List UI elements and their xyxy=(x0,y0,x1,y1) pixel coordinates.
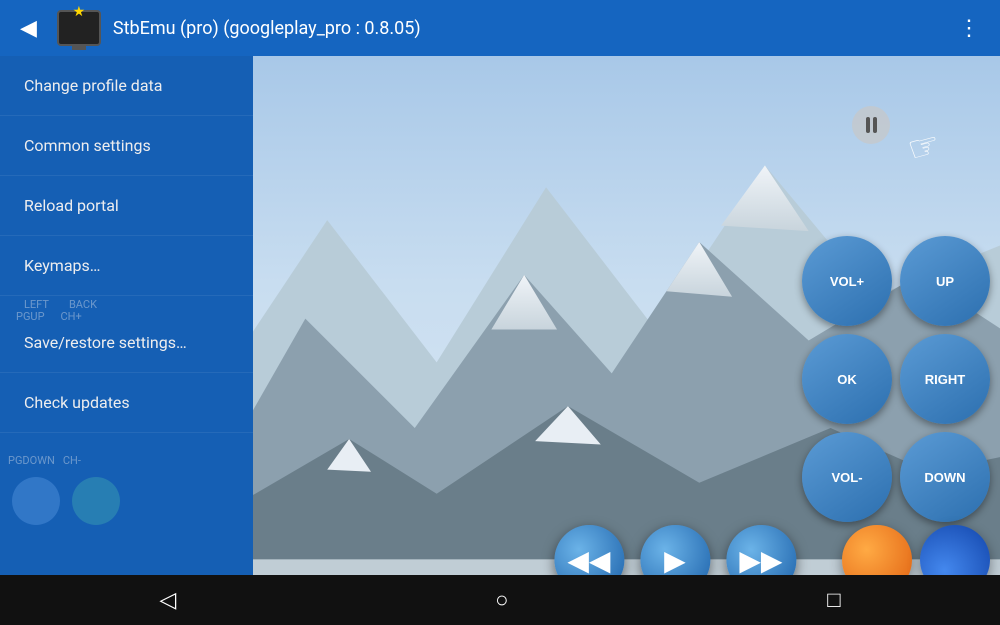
sidebar: Change profile data Common settings Relo… xyxy=(0,56,253,625)
chminus-hint: CH- xyxy=(63,454,81,467)
vol-plus-button[interactable]: VOL+ xyxy=(802,236,892,326)
dpad-area: VOL+ UP OK RIGHT VOL- DOWN xyxy=(802,236,990,522)
down-button[interactable]: DOWN xyxy=(900,432,990,522)
keymap-hints-bot: PGDOWN CH- xyxy=(0,451,253,525)
pause-button[interactable] xyxy=(852,106,890,144)
more-options-button[interactable]: ⋮ xyxy=(950,12,988,45)
nav-bar: ◁ ○ □ xyxy=(0,575,1000,625)
app-logo-wrap: ★ xyxy=(57,10,101,46)
back-button[interactable]: ◀ xyxy=(12,12,45,45)
rewind-icon: ◀◀ xyxy=(567,544,610,577)
pause-bar-left xyxy=(866,117,870,133)
bubble-left xyxy=(12,477,60,525)
pgdown-hint: PGDOWN xyxy=(8,454,55,467)
sidebar-item-check-updates[interactable]: Check updates xyxy=(0,373,253,433)
sidebar-item-common-settings[interactable]: Common settings xyxy=(0,116,253,176)
vol-minus-button[interactable]: VOL- xyxy=(802,432,892,522)
nav-recents-button[interactable]: □ xyxy=(827,587,840,613)
nav-back-button[interactable]: ◁ xyxy=(159,588,176,613)
sidebar-item-reload-portal[interactable]: Reload portal xyxy=(0,176,253,236)
ok-button[interactable]: OK xyxy=(802,334,892,424)
nav-home-button[interactable]: ○ xyxy=(495,587,508,613)
top-bar: ◀ ★ StbEmu (pro) (googleplay_pro : 0.8.0… xyxy=(0,0,1000,56)
pause-bar-right xyxy=(873,117,877,133)
app-title: StbEmu (pro) (googleplay_pro : 0.8.05) xyxy=(113,18,938,39)
fastforward-icon: ▶▶ xyxy=(739,544,782,577)
pgup-hint: PGUP xyxy=(16,310,45,323)
chplus-hint: CH+ xyxy=(61,310,82,323)
main-area: Change profile data Common settings Relo… xyxy=(0,56,1000,625)
pause-icon xyxy=(866,117,877,133)
content-area: ☞ VOL+ UP OK RIGHT VOL- DOWN ◀◀ ▶ ▶▶ xyxy=(253,56,1000,625)
up-button[interactable]: UP xyxy=(900,236,990,326)
right-button[interactable]: RIGHT xyxy=(900,334,990,424)
bubble-right xyxy=(72,477,120,525)
play-icon: ▶ xyxy=(664,544,686,577)
sidebar-item-keymaps[interactable]: Keymaps… xyxy=(0,236,253,296)
sidebar-item-change-profile[interactable]: Change profile data xyxy=(0,56,253,116)
video-background: ☞ VOL+ UP OK RIGHT VOL- DOWN ◀◀ ▶ ▶▶ xyxy=(253,56,1000,625)
keymap-hints-mid: PGUP CH+ xyxy=(0,306,253,327)
star-badge: ★ xyxy=(73,4,86,20)
